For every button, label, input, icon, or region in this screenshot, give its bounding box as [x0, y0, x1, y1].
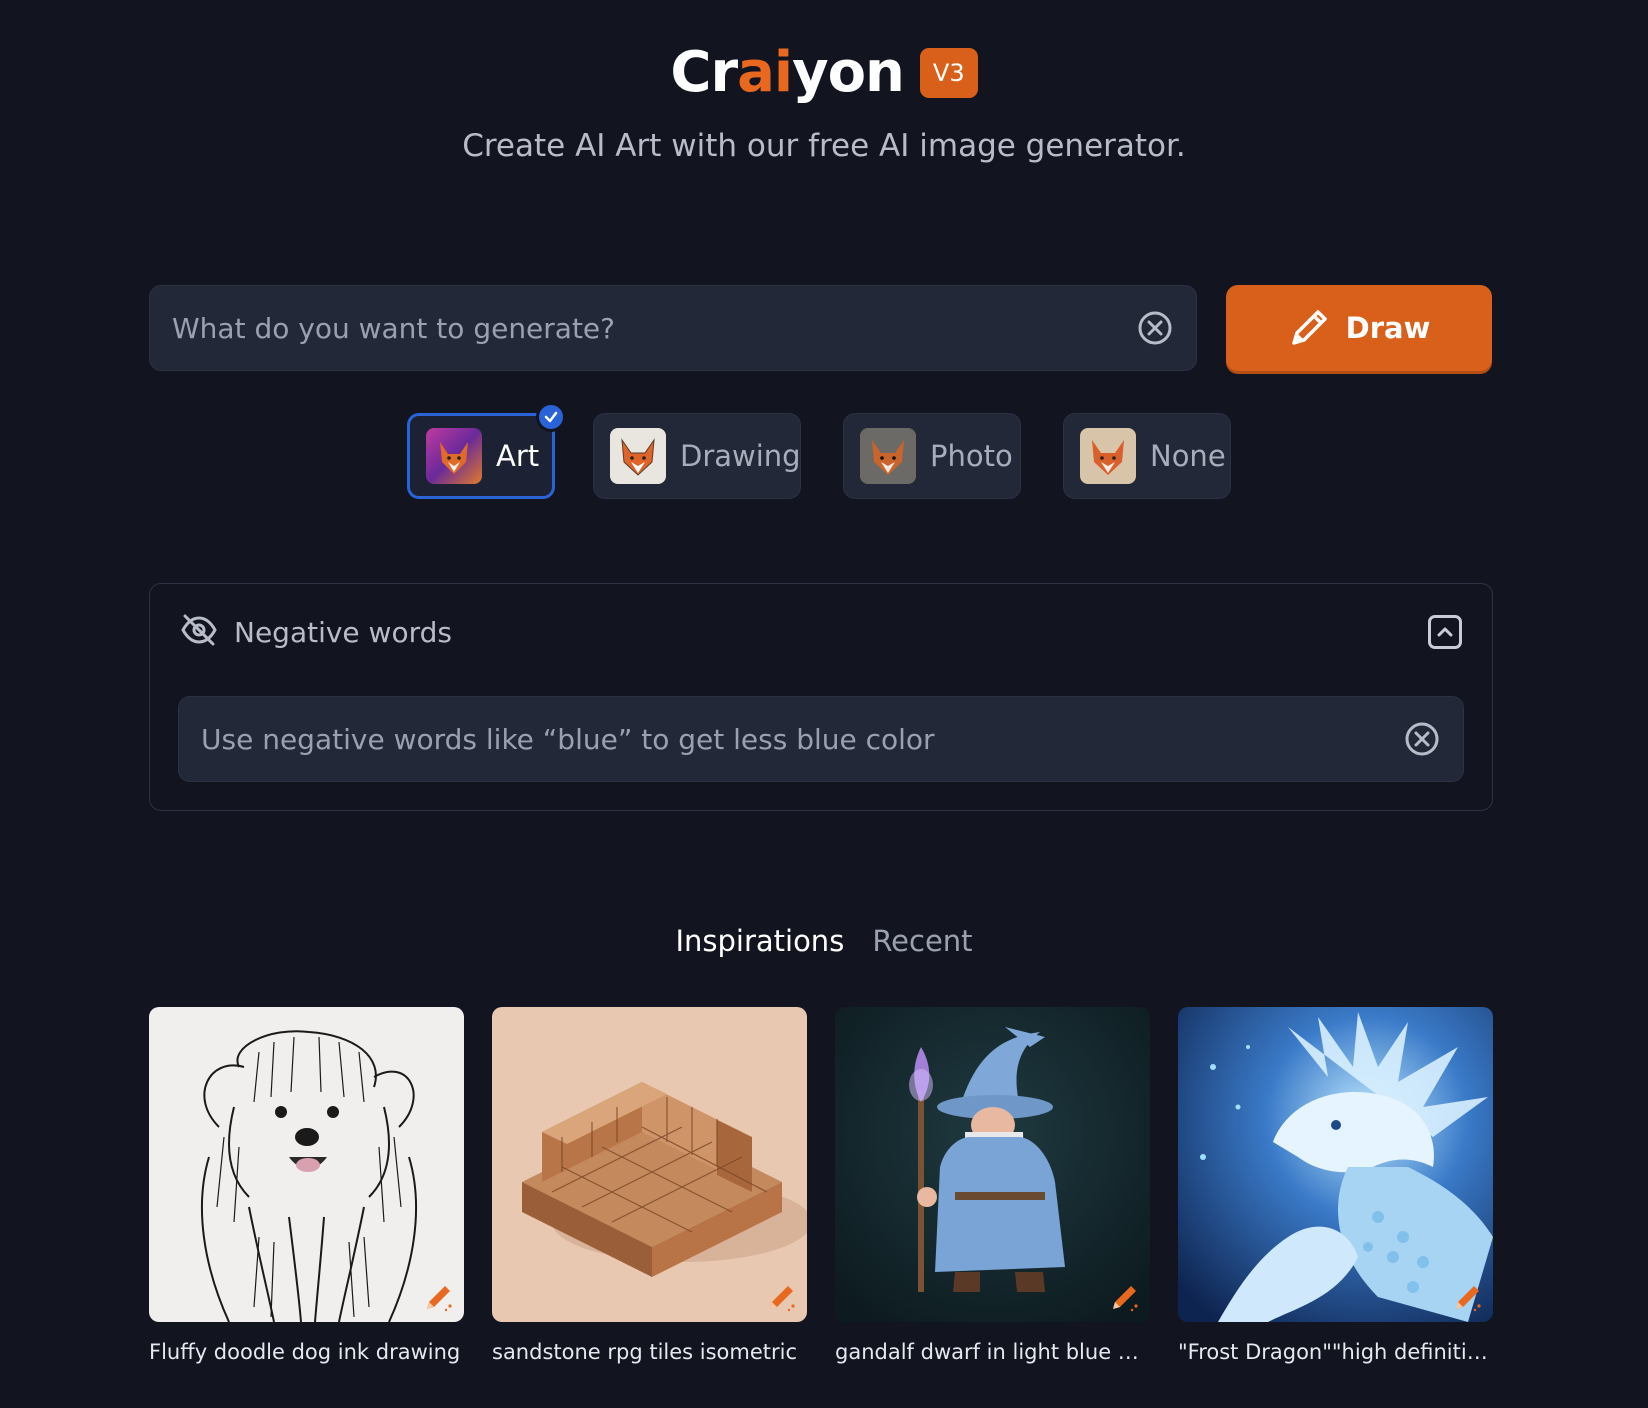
close-circle-icon[interactable] [1136, 309, 1174, 347]
style-chip-label: Drawing [680, 439, 801, 473]
pencil-icon [765, 1280, 799, 1314]
fox-none-thumbnail [1080, 428, 1136, 484]
prompt-input[interactable] [172, 311, 1136, 345]
prompt-field [149, 285, 1197, 371]
logo-text-end: yon [792, 40, 905, 105]
draw-button-label: Draw [1345, 311, 1431, 345]
pencil-icon [1108, 1280, 1142, 1314]
craiyon-page: Craiyon V3 Create AI Art with our free A… [0, 0, 1648, 1408]
eye-off-icon [180, 611, 218, 654]
pencil-icon [1451, 1280, 1485, 1314]
style-chip-art[interactable]: Art [407, 402, 566, 499]
logo-text-start: Cr [670, 40, 738, 105]
sandstone-tiles-image [492, 1007, 807, 1322]
chevron-up-icon[interactable] [1428, 615, 1462, 649]
gallery-caption: Fluffy doodle dog ink drawing [149, 1340, 461, 1364]
close-circle-icon[interactable] [1403, 720, 1441, 758]
fox-photo-thumbnail [860, 428, 916, 484]
draw-button[interactable]: Draw [1226, 285, 1492, 371]
gallery-tabs: Inspirations Recent [0, 924, 1648, 958]
style-chip-label: None [1150, 439, 1226, 473]
craiyon-logo[interactable]: Craiyon [670, 38, 905, 108]
check-icon [536, 402, 566, 432]
negative-words-panel: Negative words [149, 583, 1493, 811]
style-chip-label: Photo [930, 439, 1013, 473]
gallery-caption: gandalf dwarf in light blue and... [835, 1340, 1150, 1364]
style-chip-none[interactable]: None [1063, 413, 1231, 499]
tagline: Create AI Art with our free AI image gen… [462, 128, 1186, 164]
pencil-icon [422, 1280, 456, 1314]
fox-art-thumbnail [426, 428, 482, 484]
gallery-caption: sandstone rpg tiles isometric [492, 1340, 798, 1364]
logo-row: Craiyon V3 [0, 38, 1648, 108]
negative-words-header[interactable]: Negative words [180, 610, 1462, 654]
pencil-icon [1288, 305, 1332, 352]
frost-dragon-image [1178, 1007, 1493, 1322]
negative-words-title: Negative words [234, 615, 452, 649]
gallery-card[interactable]: sandstone rpg tiles isometric [492, 1007, 807, 1364]
gallery-card[interactable]: Fluffy doodle dog ink drawing [149, 1007, 464, 1364]
version-badge: V3 [919, 48, 978, 98]
style-chip-label: Art [496, 439, 540, 473]
tab-inspirations[interactable]: Inspirations [675, 924, 844, 958]
fox-drawing-thumbnail [610, 428, 666, 484]
logo-text-highlight: ai [737, 40, 793, 105]
gallery-card[interactable]: gandalf dwarf in light blue and... [835, 1007, 1150, 1364]
dog-ink-drawing-image [149, 1007, 464, 1322]
gallery-caption: "Frost Dragon""high definition" [1178, 1340, 1493, 1364]
style-chip-photo[interactable]: Photo [843, 413, 1021, 499]
negative-words-input[interactable] [201, 722, 1403, 756]
negative-words-field [178, 696, 1464, 782]
tab-recent[interactable]: Recent [872, 924, 972, 958]
wizard-image [835, 1007, 1150, 1322]
gallery-card[interactable]: "Frost Dragon""high definition" [1178, 1007, 1493, 1364]
style-chip-drawing[interactable]: Drawing [593, 413, 801, 499]
